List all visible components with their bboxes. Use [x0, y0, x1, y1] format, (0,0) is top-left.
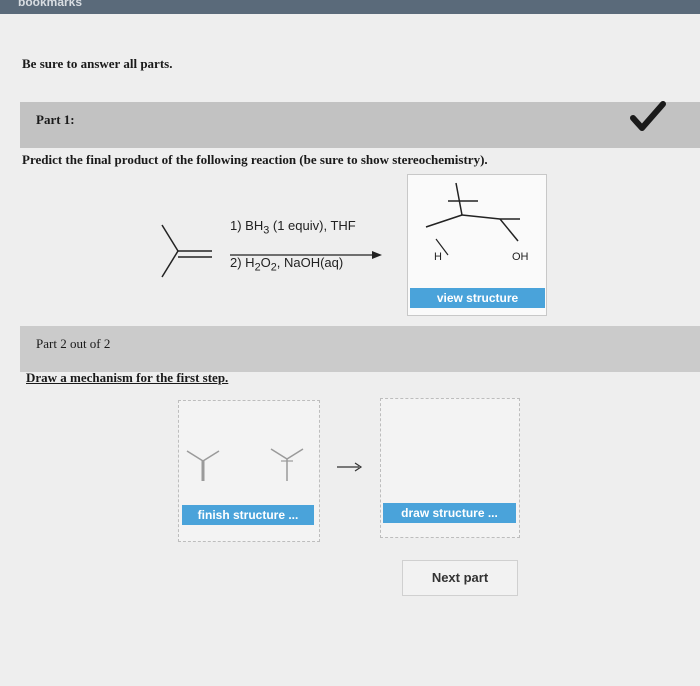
part1-title: Part 1: — [36, 112, 75, 127]
instructions-text: Be sure to answer all parts. — [22, 56, 173, 71]
finish-structure-button[interactable]: finish structure ... — [182, 505, 314, 525]
part2-question: Draw a mechanism for the first step. — [26, 370, 229, 385]
part1-question: Predict the final product of the followi… — [22, 152, 488, 167]
mechanism-structures — [186, 448, 304, 481]
checkmark-icon — [630, 101, 666, 131]
part2-header-band — [20, 326, 700, 372]
product-label-h: H — [434, 251, 442, 263]
mechanism-arrow-icon — [337, 462, 363, 472]
part1-header-band — [20, 102, 700, 148]
part2-title: Part 2 out of 2 — [36, 336, 111, 351]
next-part-button[interactable]: Next part — [402, 560, 518, 596]
bookmarks-label: bookmarks — [18, 0, 83, 9]
reaction-condition-2: 2) H2O2, NaOH(aq) — [230, 255, 344, 274]
browser-bookmarks-bar: bookmarks — [0, 0, 700, 14]
product-label-oh: OH — [512, 251, 529, 263]
draw-structure-button[interactable]: draw structure ... — [383, 503, 516, 523]
reaction-condition-1: 1) BH3 (1 equiv), THF — [230, 218, 356, 237]
view-structure-button[interactable]: view structure — [410, 288, 545, 308]
